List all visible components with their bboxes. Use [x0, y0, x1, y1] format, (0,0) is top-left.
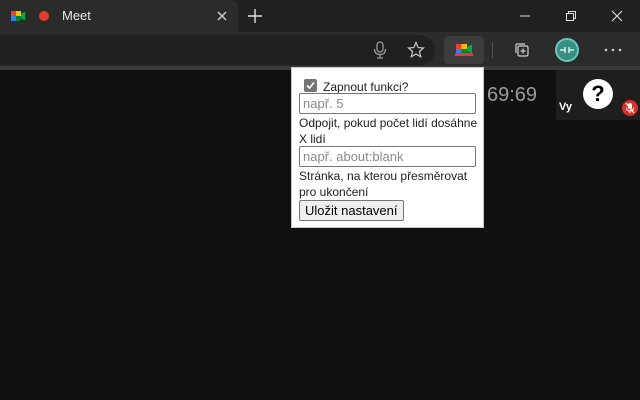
minimize-icon	[520, 15, 530, 17]
mic-off-icon	[622, 100, 638, 116]
close-icon	[611, 10, 623, 22]
minimize-button[interactable]	[502, 0, 548, 32]
meeting-clock: 69:69	[487, 84, 538, 106]
save-settings-button[interactable]: Uložit nastavení	[299, 200, 404, 221]
profile-icon	[560, 47, 574, 53]
extension-icon	[455, 44, 473, 56]
enable-checkbox[interactable]	[304, 79, 317, 92]
extension-button[interactable]	[444, 36, 484, 64]
self-name-label: Vy	[559, 101, 573, 113]
tab-meet[interactable]: Meet	[0, 0, 238, 32]
checkmark-icon	[306, 81, 315, 90]
address-bar[interactable]	[0, 35, 435, 65]
enable-row: Zapnout funkci?	[304, 77, 408, 94]
help-icon[interactable]: ?	[583, 79, 613, 109]
browser-toolbar	[0, 32, 640, 68]
recording-indicator-icon	[39, 11, 49, 21]
google-meet-icon	[11, 11, 25, 21]
redirect-url-input[interactable]	[299, 146, 476, 167]
people-count-description: Odpojit, pokud počet lidí dosáhne X lidí	[299, 116, 478, 146]
restore-button[interactable]	[548, 0, 594, 32]
close-tab-icon[interactable]	[214, 8, 230, 24]
toolbar-separator	[492, 42, 493, 58]
extension-popup: Zapnout funkci? Odpojit, pokud počet lid…	[291, 67, 484, 228]
tab-strip: Meet	[0, 0, 640, 32]
tab-title: Meet	[62, 8, 91, 23]
microphone-icon[interactable]	[370, 40, 390, 60]
people-count-input[interactable]	[299, 93, 476, 114]
restore-icon	[566, 11, 576, 21]
redirect-url-description: Stránka, na kterou přesměrovat pro ukonč…	[299, 169, 468, 199]
profile-avatar[interactable]	[555, 38, 579, 62]
enable-label: Zapnout funkci?	[323, 80, 409, 94]
plus-icon[interactable]	[245, 6, 265, 26]
more-icon[interactable]	[602, 40, 624, 60]
collections-icon[interactable]	[512, 40, 532, 60]
star-icon[interactable]	[406, 40, 426, 60]
close-window-button[interactable]	[594, 0, 640, 32]
